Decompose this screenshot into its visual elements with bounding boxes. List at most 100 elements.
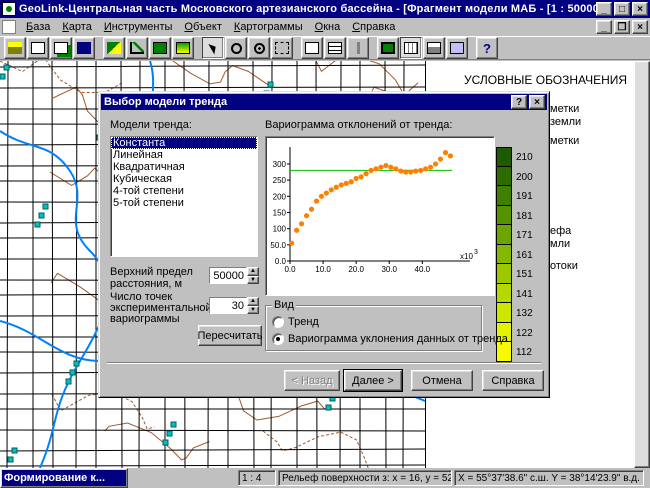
variogram-point — [313, 198, 320, 204]
save-icon[interactable] — [73, 37, 95, 59]
legend-entry: метки — [550, 103, 580, 115]
radio-variogram[interactable]: Вариограмма уклонения данных от тренда — [272, 333, 508, 345]
next-button[interactable]: Далее > — [343, 369, 403, 392]
print-preview-icon[interactable] — [446, 37, 468, 59]
grid-line — [6, 61, 9, 468]
model-item-linear[interactable]: Линейная — [111, 149, 257, 161]
scale-label: 112 — [516, 347, 532, 358]
scale-swatch — [496, 283, 512, 303]
well-marker[interactable] — [65, 378, 72, 385]
zoom-in-icon[interactable] — [248, 37, 270, 59]
model-item-5th[interactable]: 5-той степени — [111, 197, 257, 209]
well-marker[interactable] — [69, 369, 76, 376]
minimize-button[interactable]: _ — [596, 2, 612, 16]
grid-line — [0, 464, 425, 467]
map-view-icon[interactable] — [172, 37, 194, 59]
edit-layer-icon[interactable] — [103, 37, 125, 59]
menu-spravka[interactable]: Справка — [346, 21, 401, 33]
menu-baza[interactable]: База — [20, 21, 56, 33]
view-group: Вид Тренд Вариограмма уклонения данных о… — [265, 299, 508, 351]
points-input[interactable] — [209, 297, 247, 314]
mdi-close-button[interactable]: × — [632, 20, 648, 34]
menu-kartogrammy[interactable]: Картограммы — [228, 21, 309, 33]
x-tick-label: 0.0 — [284, 265, 296, 274]
variogram-point — [393, 166, 399, 172]
mdi-restore-button[interactable]: ❐ — [614, 20, 630, 34]
geolink-app-icon[interactable] — [2, 2, 16, 16]
info-box-icon[interactable] — [301, 37, 323, 59]
document-icon[interactable] — [2, 20, 16, 34]
scale-swatch — [496, 166, 512, 186]
model-item-cubic[interactable]: Кубическая — [111, 173, 257, 185]
query-icon[interactable] — [347, 37, 369, 59]
select-arrow-icon[interactable] — [202, 37, 224, 59]
legend-icon[interactable] — [377, 37, 399, 59]
well-marker[interactable] — [42, 203, 49, 210]
grid-icon[interactable] — [400, 37, 422, 59]
grid-line — [75, 61, 78, 468]
new-map-icon[interactable] — [27, 37, 49, 59]
dialog-help-button[interactable]: ? — [511, 95, 527, 109]
menu-okna[interactable]: Окна — [309, 21, 347, 33]
dialog-close-button[interactable]: × — [529, 95, 545, 109]
copy-icon[interactable] — [50, 37, 72, 59]
well-marker[interactable] — [325, 404, 332, 411]
legend-scrollbar[interactable] — [634, 61, 650, 468]
well-marker[interactable] — [162, 439, 169, 446]
well-marker[interactable] — [11, 447, 18, 454]
grid-line — [51, 61, 54, 468]
layers-icon[interactable] — [149, 37, 171, 59]
well-marker[interactable] — [166, 430, 173, 437]
variogram-point — [427, 164, 434, 170]
menu-instrumenty[interactable]: Инструменты — [98, 21, 179, 33]
variogram-point — [318, 193, 325, 199]
scale-swatch — [496, 225, 512, 245]
variogram-point — [383, 162, 389, 169]
well-marker[interactable] — [34, 221, 41, 228]
scale-swatch — [496, 303, 512, 323]
open-db-icon[interactable] — [4, 37, 26, 59]
models-list[interactable]: Константа Линейная Квадратичная Кубическ… — [110, 136, 258, 257]
minimized-task-window[interactable]: Формирование к... — [0, 468, 128, 488]
model-item-constant[interactable]: Константа — [111, 137, 257, 149]
well-marker[interactable] — [7, 456, 14, 463]
print-icon[interactable] — [423, 37, 445, 59]
help-icon[interactable]: ? — [476, 37, 498, 59]
well-marker[interactable] — [38, 212, 45, 219]
close-button[interactable]: × — [632, 2, 648, 16]
help-button[interactable]: Справка — [482, 370, 544, 391]
well-marker[interactable] — [3, 64, 10, 71]
chart-icon[interactable] — [126, 37, 148, 59]
spin-up-icon[interactable]: ▲ — [247, 267, 259, 276]
legend-title: УСЛОВНЫЕ ОБОЗНАЧЕНИЯ — [464, 73, 628, 87]
x-tick-label: 20.0 — [348, 265, 364, 274]
upper-limit-input[interactable] — [209, 267, 247, 284]
well-marker[interactable] — [0, 73, 6, 80]
model-item-quadratic[interactable]: Квадратичная — [111, 161, 257, 173]
menu-karta[interactable]: Карта — [56, 21, 97, 33]
spin-down-icon[interactable]: ▼ — [247, 305, 259, 314]
well-marker[interactable] — [267, 81, 274, 88]
table-icon[interactable] — [324, 37, 346, 59]
back-button[interactable]: < Назад — [284, 370, 340, 391]
variogram-chart: 0.050.01001502002503000.0 10.0 20.0 30.0 40.… — [270, 147, 478, 274]
cancel-button[interactable]: Отмена — [411, 370, 473, 391]
scale-label: 191 — [516, 191, 533, 202]
model-item-4th[interactable]: 4-той степени — [111, 185, 257, 197]
radio-variogram-indicator[interactable] — [272, 333, 284, 345]
zoom-out-icon[interactable] — [225, 37, 247, 59]
legend-entry: земли — [550, 116, 582, 128]
maximize-button[interactable]: □ — [614, 2, 630, 16]
zoom-window-icon[interactable] — [271, 37, 293, 59]
radio-variogram-label: Вариограмма уклонения данных от тренда — [288, 333, 508, 345]
mdi-minimize-button[interactable]: _ — [596, 20, 612, 34]
app-title-bar: GeoLink-Центральная часть Московского ар… — [0, 0, 650, 18]
radio-trend[interactable]: Тренд — [272, 316, 319, 328]
spin-up-icon[interactable]: ▲ — [247, 297, 259, 306]
recalculate-button[interactable]: Пересчитать — [197, 325, 263, 346]
spin-down-icon[interactable]: ▼ — [247, 275, 259, 284]
radio-trend-indicator[interactable] — [272, 316, 284, 328]
well-marker[interactable] — [73, 360, 80, 367]
menu-obekt[interactable]: Объект — [178, 21, 227, 33]
well-marker[interactable] — [170, 421, 177, 428]
